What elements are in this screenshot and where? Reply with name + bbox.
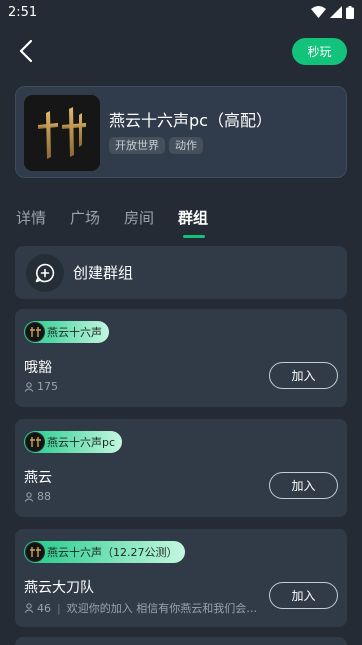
group-game-tag: 燕云十六声pc	[24, 431, 123, 453]
group-member-count: 46	[37, 601, 51, 615]
person-icon	[24, 491, 34, 502]
signal-icon	[330, 6, 342, 18]
chevron-left-icon	[19, 39, 33, 63]
person-icon	[24, 381, 34, 392]
group-game-tag-label: 燕云十六声	[47, 326, 102, 339]
group-card[interactable]: 燕云十六声（12.27公测） 燕云大刀队 46 | 欢迎你的加入 相信有你燕云和…	[15, 529, 347, 627]
group-name: 哦豁	[24, 360, 52, 376]
game-info-card[interactable]: 燕云十六声pc（高配） 开放世界 动作	[15, 86, 347, 178]
game-logo-image	[24, 95, 100, 171]
group-meta: 175	[24, 380, 264, 393]
group-game-tag-label: 燕云十六声（12.27公测）	[47, 546, 178, 559]
game-tag: 开放世界	[109, 137, 165, 154]
top-bar: 秒玩	[0, 24, 362, 78]
group-game-tag: 燕云十六声	[24, 321, 109, 343]
wifi-icon	[311, 6, 326, 18]
group-meta: 46 | 欢迎你的加入 相信有你燕云和我们会…	[24, 600, 264, 616]
create-group-icon-wrap	[26, 254, 64, 292]
game-avatar	[25, 432, 45, 452]
status-icons	[311, 5, 354, 19]
status-time: 2:51	[8, 4, 38, 20]
game-avatar	[25, 542, 45, 562]
meta-separator: |	[57, 601, 61, 615]
tab-groups[interactable]: 群组	[178, 207, 208, 228]
create-group-button[interactable]: 创建群组	[15, 246, 347, 299]
add-chat-icon	[35, 263, 55, 283]
group-card-partial[interactable]	[15, 637, 347, 645]
group-member-count: 88	[37, 490, 51, 503]
back-button[interactable]	[14, 38, 40, 64]
status-bar: 2:51	[0, 0, 362, 24]
tab-bar: 详情 广场 房间 群组	[0, 196, 362, 240]
person-icon	[24, 603, 34, 613]
tab-details[interactable]: 详情	[16, 207, 46, 228]
game-logo	[24, 95, 100, 171]
game-title: 燕云十六声pc（高配）	[109, 111, 272, 130]
create-group-label: 创建群组	[73, 264, 134, 282]
group-description: 欢迎你的加入 相信有你燕云和我们会…	[66, 602, 258, 615]
active-tab-indicator	[183, 235, 205, 238]
game-tags: 开放世界 动作	[109, 137, 203, 154]
group-name: 燕云大刀队	[24, 580, 94, 596]
quick-play-button[interactable]: 秒玩	[292, 38, 347, 65]
group-meta: 88	[24, 490, 264, 503]
game-avatar	[25, 322, 45, 342]
game-tag: 动作	[169, 137, 203, 154]
join-group-button[interactable]: 加入	[269, 472, 338, 499]
group-member-count: 175	[37, 380, 58, 393]
tab-plaza[interactable]: 广场	[70, 207, 100, 228]
group-game-tag-label: 燕云十六声pc	[47, 436, 116, 449]
battery-icon	[346, 5, 354, 19]
group-card[interactable]: 燕云十六声pc 燕云 88 加入	[15, 419, 347, 517]
group-card[interactable]: 燕云十六声 哦豁 175 加入	[15, 309, 347, 407]
group-game-tag: 燕云十六声（12.27公测）	[24, 541, 185, 563]
group-name: 燕云	[24, 470, 52, 486]
join-group-button[interactable]: 加入	[269, 582, 338, 609]
join-group-button[interactable]: 加入	[269, 362, 338, 389]
tab-rooms[interactable]: 房间	[124, 207, 154, 228]
